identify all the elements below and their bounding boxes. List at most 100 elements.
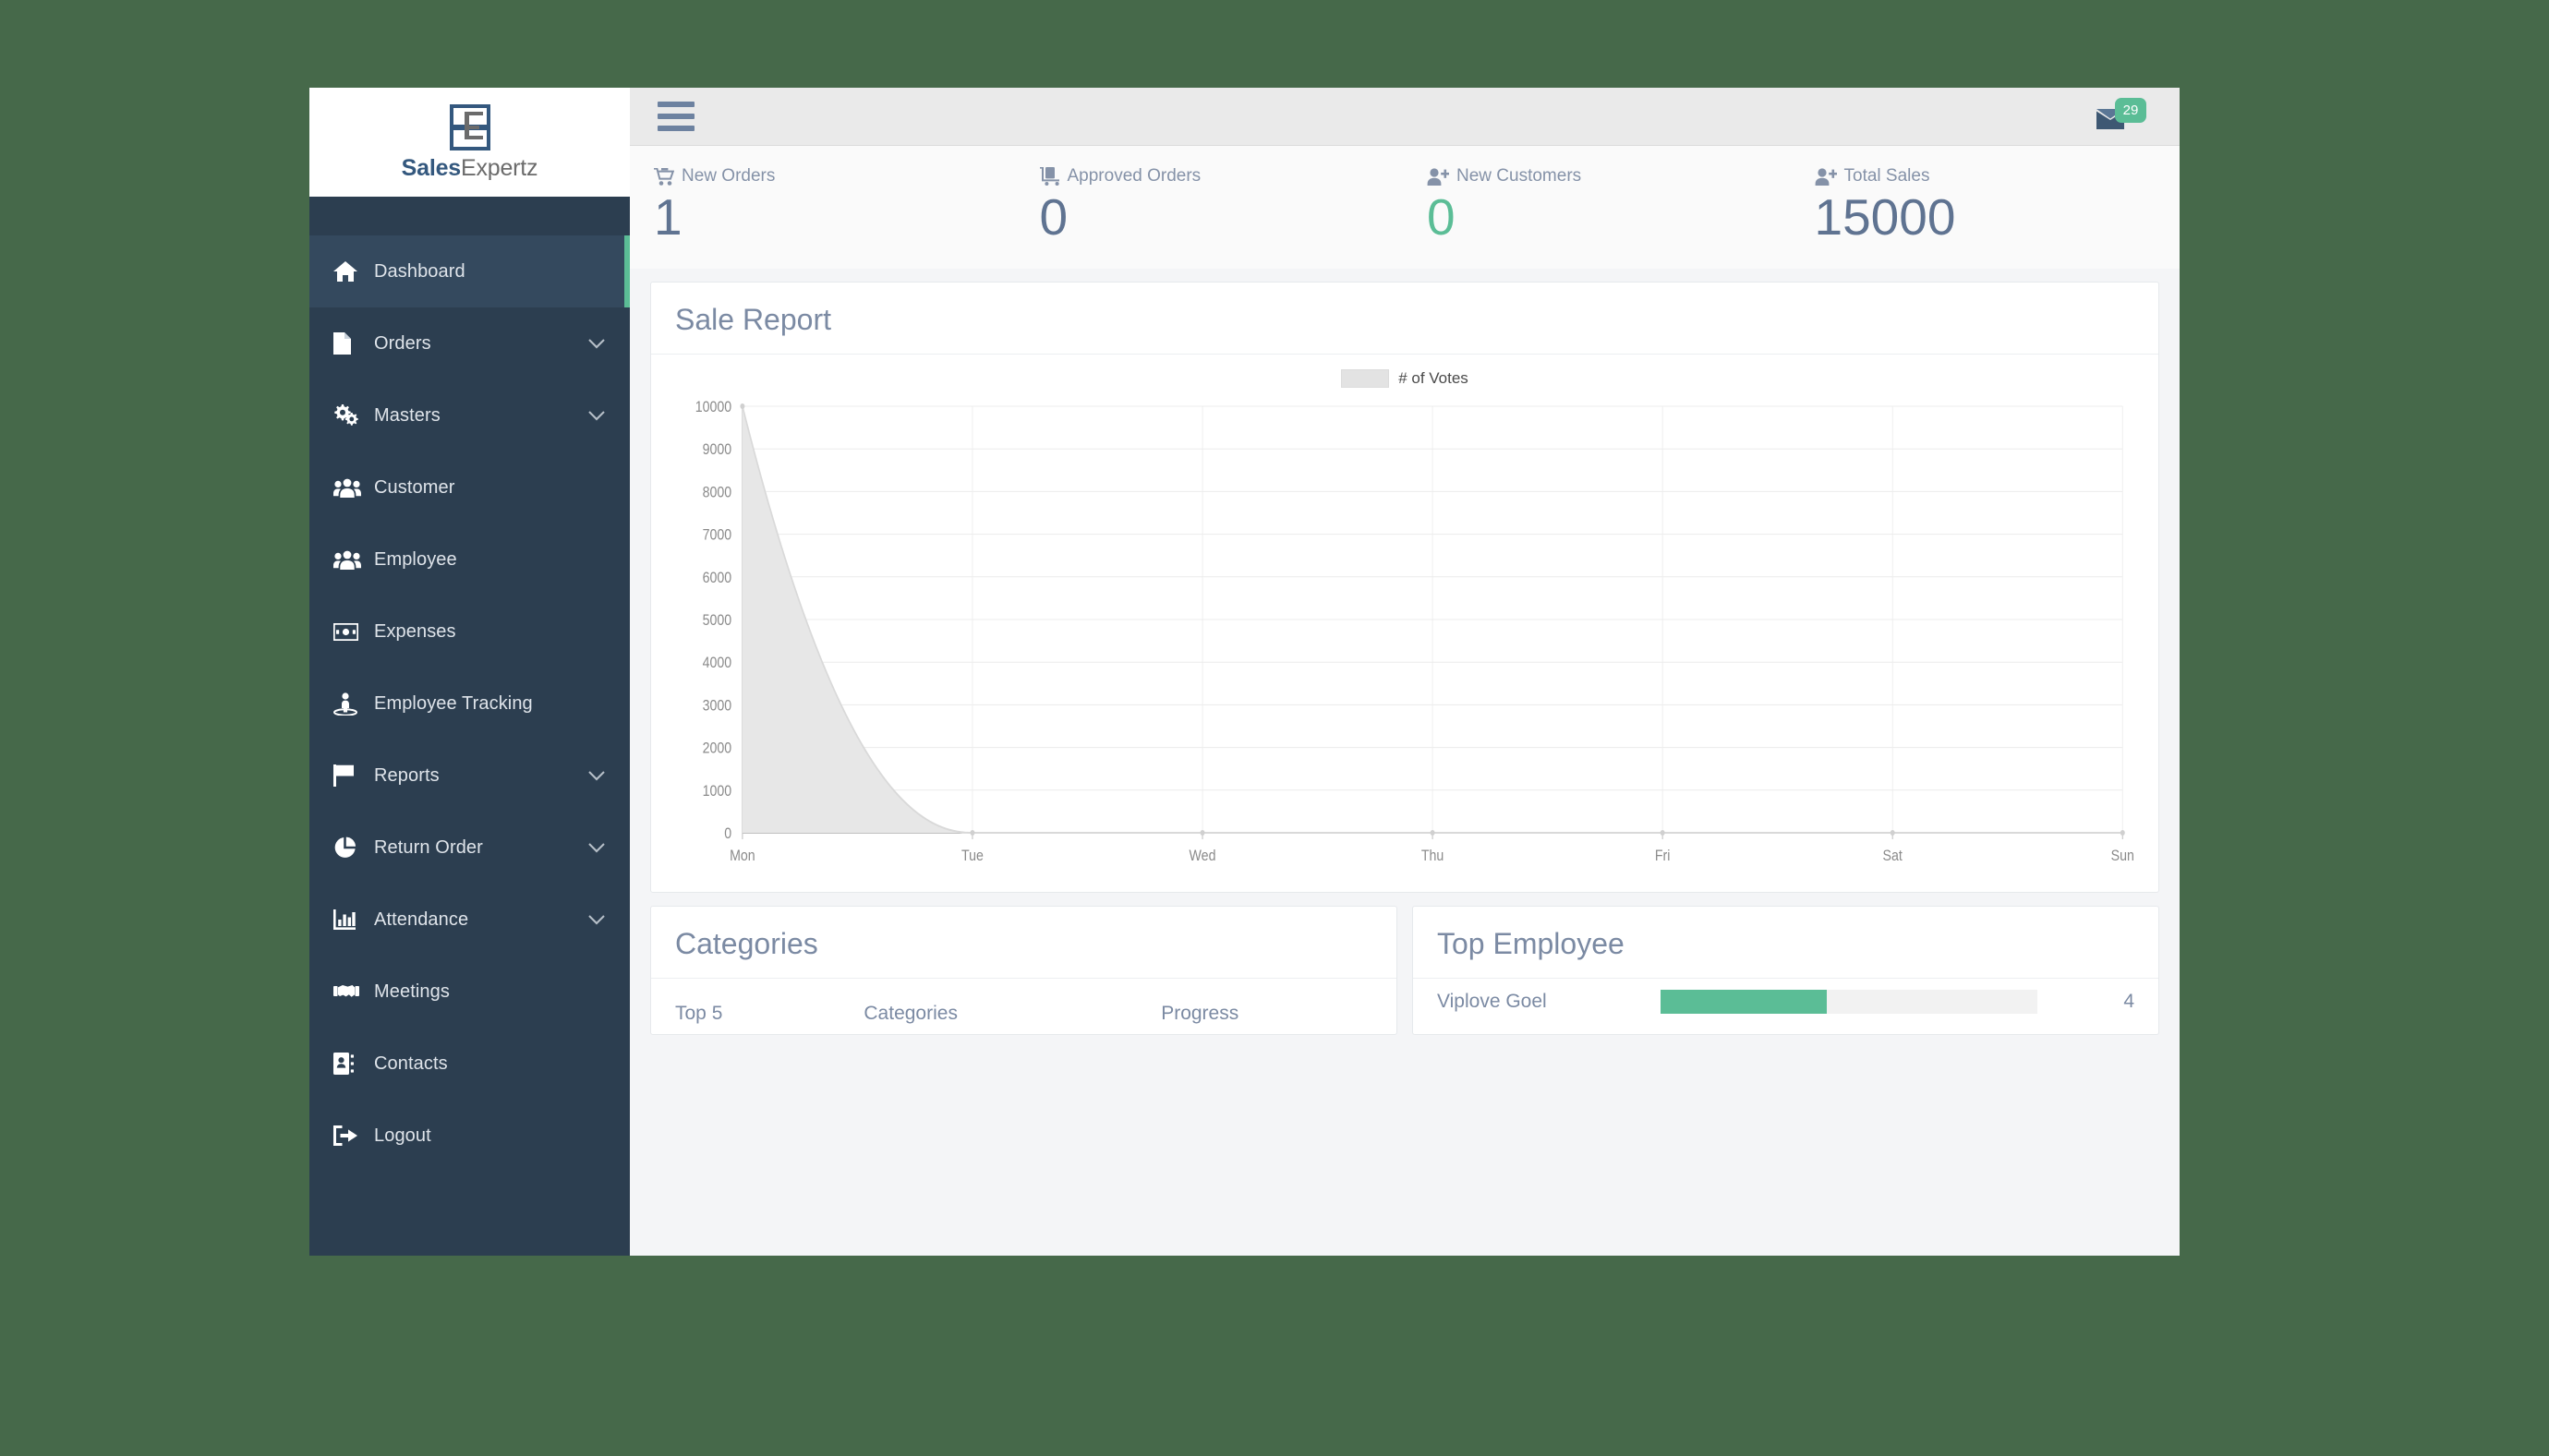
address-book-icon [333, 1053, 365, 1075]
sidebar-item-label: Employee [374, 548, 457, 570]
chart-data-point[interactable] [2120, 830, 2125, 836]
chart-data-point[interactable] [1430, 830, 1435, 836]
x-axis-tick-label: Wed [1190, 848, 1216, 864]
salesexpertz-logo-icon [449, 103, 490, 150]
chart-data-point[interactable] [1890, 830, 1895, 836]
hamburger-bar [658, 102, 695, 107]
sidebar-item-label: Meetings [374, 981, 450, 1002]
sidebar-item-label: Return Order [374, 836, 483, 858]
sale-report-card: Sale Report # of Votes 0 1000 2000 3000 4000… [650, 282, 2159, 894]
hamburger-bar [658, 126, 695, 131]
stat-card-header: Total Sales [1815, 166, 2181, 187]
brand-name-light: Expertz [460, 154, 538, 181]
y-axis-tick-label: 5000 [703, 612, 732, 629]
stat-card-value: 0 [1039, 188, 1069, 246]
chevron-down-icon[interactable] [587, 842, 606, 853]
sidebar-item-label: Employee Tracking [374, 692, 533, 714]
users-icon [333, 478, 365, 498]
hamburger-icon[interactable] [658, 101, 695, 132]
sidebar-item-reports[interactable]: Reports [309, 740, 630, 812]
chart-data-point[interactable] [740, 403, 745, 410]
sidebar-item-label: Expenses [374, 620, 456, 642]
legend-swatch [1341, 369, 1390, 389]
x-axis-tick-label: Mon [730, 848, 755, 864]
top-employee-header: Top Employee [1413, 907, 2158, 980]
categories-table-head: Top 5 Categories Progress [651, 979, 1396, 1034]
sign-out-icon [333, 1125, 365, 1146]
sidebar-item-label: Logout [374, 1125, 431, 1146]
file-icon [333, 332, 365, 355]
stat-card-value: 15000 [1814, 188, 1956, 246]
top-employee-table: Viplove Goel 4 [1413, 979, 2158, 1025]
sidebar-item-attendance[interactable]: Attendance [309, 884, 630, 956]
top-employee-card: Top Employee Viplove Goel 4 [1412, 906, 2159, 1036]
stat-card-value: 1 [654, 188, 683, 246]
y-axis-tick-label: 6000 [703, 570, 732, 586]
chart-data-point[interactable] [970, 830, 975, 836]
sidebar-item-masters[interactable]: Masters [309, 379, 630, 451]
chart-data-point[interactable] [1660, 830, 1665, 836]
chart-legend[interactable]: # of Votes [671, 369, 2138, 389]
main-area: 29 New Orders 1 Approved Orders 0 New Custom… [630, 88, 2180, 1256]
sidebar-item-label: Dashboard [374, 260, 465, 282]
users-icon [333, 550, 365, 570]
stat-card-header: New Customers [1427, 166, 1793, 187]
sidebar-item-contacts[interactable]: Contacts [309, 1028, 630, 1100]
sale-report-title: Sale Report [675, 303, 831, 337]
progress-bar-fill [1661, 990, 1827, 1015]
categories-title: Categories [675, 927, 818, 961]
stat-card-label: Approved Orders [1067, 166, 1202, 186]
y-axis-tick-label: 7000 [703, 527, 732, 544]
sidebar-item-return-order[interactable]: Return Order [309, 812, 630, 884]
categories-header: Categories [651, 907, 1396, 980]
categories-card: Categories Top 5 Categories Progress [650, 906, 1397, 1036]
stat-card-new-orders[interactable]: New Orders 1 [630, 166, 1018, 245]
stat-card-label: New Orders [682, 166, 776, 186]
stats-strip: New Orders 1 Approved Orders 0 New Customers… [630, 146, 2181, 270]
stat-card-total-sales[interactable]: Total Sales 15000 [1793, 166, 2181, 245]
sidebar-item-label: Orders [374, 332, 431, 354]
sidebar-item-customer[interactable]: Customer [309, 451, 630, 523]
flag-icon [333, 764, 365, 787]
content-scroll-region[interactable]: New Orders 1 Approved Orders 0 New Customers… [630, 146, 2180, 1256]
sidebar-item-employee-tracking[interactable]: Employee Tracking [309, 668, 630, 740]
stat-card-new-customers[interactable]: New Customers 0 [1405, 166, 1793, 245]
sidebar-item-meetings[interactable]: Meetings [309, 956, 630, 1028]
column-header-top5: Top 5 [675, 1003, 723, 1025]
shopping-cart-icon [654, 167, 674, 186]
brand-logo[interactable]: SalesExpertz [309, 88, 630, 197]
money-bill-icon [333, 622, 365, 641]
message-count-badge: 29 [2115, 98, 2146, 123]
sale-report-chart[interactable]: 0 1000 2000 3000 4000 5000 6000 7000 8000 9000 100… [671, 393, 2138, 883]
bottom-cards-row: Categories Top 5 Categories Progress Top… [630, 893, 2180, 1036]
stat-card-approved-orders[interactable]: Approved Orders 0 [1018, 166, 1406, 245]
y-axis-tick-label: 10000 [695, 399, 732, 415]
chevron-down-icon[interactable] [587, 770, 606, 781]
sidebar-item-label: Attendance [374, 908, 469, 930]
categories-table: Top 5 Categories Progress [651, 979, 1396, 1034]
chevron-down-icon[interactable] [587, 338, 606, 349]
stat-card-value: 0 [1427, 188, 1456, 246]
chart-bar-icon [333, 909, 365, 930]
column-header-progress: Progress [1161, 1003, 1239, 1025]
x-axis-tick-label: Tue [961, 848, 984, 864]
stat-card-label: Total Sales [1843, 166, 1930, 186]
user-plus-icon [1427, 167, 1449, 186]
chevron-down-icon[interactable] [587, 914, 606, 925]
legend-label: # of Votes [1398, 369, 1468, 388]
x-axis-tick-label: Sat [1883, 848, 1903, 864]
chart-data-point[interactable] [1200, 830, 1205, 836]
sidebar-item-logout[interactable]: Logout [309, 1100, 630, 1172]
top-bar: 29 [630, 88, 2180, 146]
x-axis-tick-label: Sun [2111, 848, 2134, 864]
sidebar-item-orders[interactable]: Orders [309, 307, 630, 379]
y-axis-tick-label: 2000 [703, 740, 732, 757]
chevron-down-icon[interactable] [587, 410, 606, 421]
user-plus-icon [1815, 167, 1837, 186]
y-axis-tick-label: 9000 [703, 441, 732, 458]
sidebar-item-employee[interactable]: Employee [309, 523, 630, 596]
sidebar-nav: Dashboard Orders Masters Customer Employee Ex… [309, 197, 630, 1172]
sidebar-item-dashboard[interactable]: Dashboard [309, 235, 630, 307]
messages-button[interactable]: 29 [2093, 98, 2146, 135]
sidebar-item-expenses[interactable]: Expenses [309, 596, 630, 668]
